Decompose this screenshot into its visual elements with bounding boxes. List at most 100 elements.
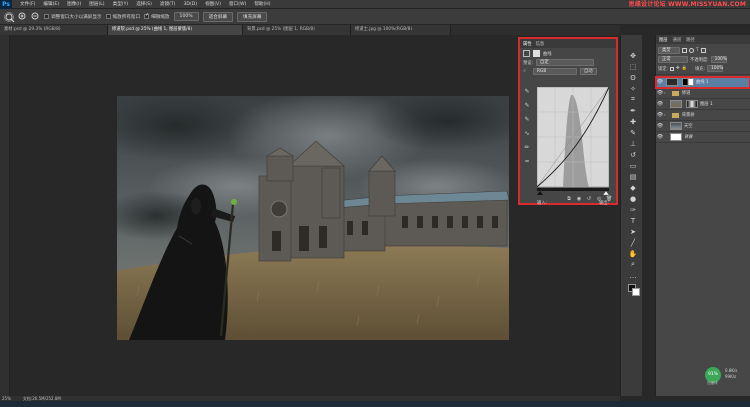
doc-tab[interactable]: 背景.psd @ 25% (图层 1, RGB/8) (243, 25, 351, 35)
lock-pixels-icon[interactable] (670, 66, 675, 71)
blur-tool-icon[interactable]: ◆ (626, 182, 640, 193)
eye-icon[interactable]: 👁 (656, 79, 664, 85)
menu-type[interactable]: 类型(Y) (109, 1, 133, 7)
menu-layer[interactable]: 图层(L) (85, 1, 108, 7)
lock-all-icon[interactable]: 🔒 (682, 66, 687, 71)
delete-icon[interactable]: 🗑 (606, 196, 612, 202)
eyedropper-tool-icon[interactable]: ✒ (626, 105, 640, 116)
tab-paths[interactable]: 路径 (686, 37, 695, 43)
menu-help[interactable]: 帮助(H) (250, 1, 274, 7)
eyedropper-white-icon[interactable]: ✎ (522, 115, 532, 123)
move-tool-icon[interactable]: ✥ (626, 50, 640, 61)
marquee-tool-icon[interactable]: ⬚ (626, 61, 640, 72)
tab-info[interactable]: 信息 (536, 41, 545, 47)
lock-move-icon[interactable]: ✥ (676, 66, 680, 71)
zoom-out-icon[interactable] (31, 12, 40, 21)
type-tool-icon[interactable]: T (626, 215, 640, 226)
quick-select-tool-icon[interactable]: ✧ (626, 83, 640, 94)
eye-icon[interactable]: 👁 (656, 123, 664, 129)
layer-row-image[interactable]: 👁 图层 1 (656, 99, 750, 110)
background-color-swatch[interactable] (632, 288, 640, 296)
eye-icon[interactable]: 👁 (656, 134, 664, 140)
layer-row-group[interactable]: 👁 › 修道 (656, 88, 750, 99)
hand-target-icon[interactable]: ☝ (523, 69, 530, 74)
opacity-input[interactable]: 100% (710, 56, 727, 63)
fill-screen-button[interactable]: 填充屏幕 (237, 11, 268, 22)
mask-icon[interactable] (533, 50, 540, 57)
scrubby-zoom-checkbox[interactable] (144, 14, 150, 19)
lasso-tool-icon[interactable]: ʘ (626, 72, 640, 83)
view-previous-icon[interactable]: ◉ (576, 196, 582, 202)
doc-tab-active[interactable]: 修道院.psd @ 25% (曲线 1, 图层蒙版/8) (108, 25, 243, 35)
hand-tool-icon[interactable]: ✋ (626, 248, 640, 259)
menu-file[interactable]: 文件(F) (16, 1, 39, 7)
path-select-tool-icon[interactable]: ➤ (626, 226, 640, 237)
doc-tab[interactable]: 素材.psd @ 29.3% (RGB/8) (0, 25, 108, 35)
menu-view[interactable]: 视图(V) (201, 1, 225, 7)
zoom-in-icon[interactable] (18, 12, 27, 21)
filter-adjust-icon[interactable] (689, 48, 694, 53)
menu-select[interactable]: 选择(S) (132, 1, 156, 7)
clip-to-layer-icon[interactable]: ⧉ (566, 196, 572, 202)
zoom-100-button[interactable]: 100% (173, 12, 199, 21)
network-speed-widget[interactable]: 91% 0.8K/s 99K/s 加速球 (705, 367, 749, 385)
preset-select[interactable]: 自定 (536, 59, 595, 66)
auto-button[interactable]: 自动 (580, 68, 597, 75)
tab-channels[interactable]: 通道 (673, 37, 682, 43)
dodge-tool-icon[interactable]: ● (626, 193, 640, 204)
layer-mask-thumb[interactable] (682, 78, 694, 86)
eyedropper-gray-icon[interactable]: ✎ (522, 101, 532, 109)
eye-icon[interactable]: 👁 (656, 101, 664, 107)
pencil-icon[interactable]: ✏ (522, 143, 532, 151)
channel-select[interactable]: RGB (533, 68, 577, 75)
zoom-tool-icon[interactable]: ⌕ (626, 259, 640, 270)
filter-type-icon[interactable]: T (696, 48, 699, 53)
artwork-image[interactable] (117, 96, 509, 340)
more-tools-icon[interactable]: … (626, 270, 640, 281)
filter-image-icon[interactable] (682, 48, 687, 53)
layer-row-group[interactable]: 👁 › 背景树 (656, 110, 750, 121)
smooth-icon[interactable]: ≈ (522, 157, 532, 165)
reset-icon[interactable]: ↺ (586, 196, 592, 202)
menu-window[interactable]: 窗口(W) (225, 1, 250, 7)
curve-point-icon[interactable]: ∿ (522, 129, 532, 137)
curve-graph[interactable] (536, 86, 610, 196)
menu-image[interactable]: 图像(I) (63, 1, 85, 7)
menu-3d[interactable]: 3D(D) (179, 2, 201, 7)
fit-screen-button[interactable]: 适合屏幕 (202, 11, 234, 22)
stamp-tool-icon[interactable]: ⊥ (626, 138, 640, 149)
brush-tool-icon[interactable]: ✎ (626, 127, 640, 138)
fill-input[interactable]: 100% (707, 65, 723, 72)
menu-filter[interactable]: 滤镜(T) (156, 1, 180, 7)
history-brush-tool-icon[interactable]: ↺ (626, 149, 640, 160)
chevron-right-icon[interactable]: › (664, 113, 666, 118)
layer-row-image[interactable]: 👁 天空 (656, 121, 750, 132)
kind-filter-select[interactable]: 类型 (658, 47, 680, 54)
resize-window-checkbox[interactable] (44, 14, 49, 19)
tab-properties[interactable]: 属性 (523, 41, 532, 47)
visibility-icon[interactable]: ◎ (596, 196, 602, 202)
blend-mode-select[interactable]: 正常 (658, 56, 688, 63)
resize-window-option[interactable]: 调整窗口大小以满屏显示 (44, 14, 102, 20)
eyedropper-black-icon[interactable]: ✎ (522, 87, 532, 95)
gradient-tool-icon[interactable]: ▤ (626, 171, 640, 182)
layer-row-curves[interactable]: 👁 曲线 1 (655, 76, 750, 89)
eraser-tool-icon[interactable]: ▭ (626, 160, 640, 171)
layer-row-background[interactable]: 👁 背景 (656, 132, 750, 143)
healing-tool-icon[interactable]: ✚ (626, 116, 640, 127)
layer-mask-thumb[interactable] (686, 100, 698, 108)
menu-edit[interactable]: 编辑(E) (39, 1, 63, 7)
filter-shape-icon[interactable] (700, 48, 706, 53)
crop-tool-icon[interactable]: ⌗ (626, 94, 640, 105)
tab-layers[interactable]: 图层 (659, 37, 668, 43)
shape-tool-icon[interactable]: ╱ (626, 237, 640, 248)
zoom-tool-icon[interactable] (4, 11, 15, 22)
zoom-all-option[interactable]: 缩放所有窗口 (105, 14, 140, 20)
scrubby-zoom-option[interactable]: 细微缩放 (144, 14, 170, 20)
zoom-all-checkbox[interactable] (105, 14, 111, 19)
chevron-right-icon[interactable]: › (664, 91, 666, 96)
eye-icon[interactable]: 👁 (656, 90, 664, 96)
pen-tool-icon[interactable]: ✑ (626, 204, 640, 215)
eye-icon[interactable]: 👁 (656, 112, 664, 118)
doc-tab[interactable]: 修道士.jpg @ 100%(RGB/8) (351, 25, 451, 35)
